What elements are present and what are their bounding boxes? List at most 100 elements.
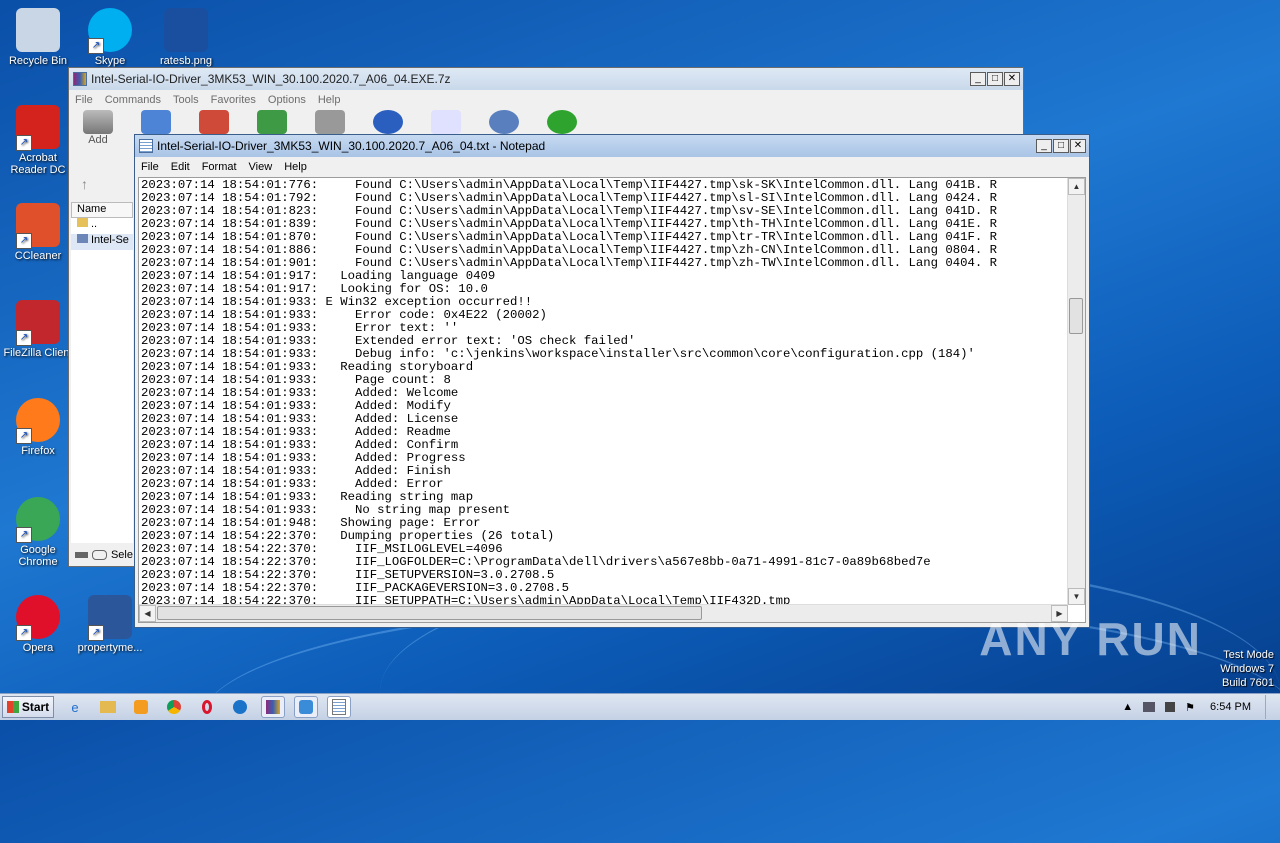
notepad-text-area[interactable]: 2023:07:14 18:54:01:776: Found C:\Users\… [138, 177, 1086, 623]
taskbar-chrome-icon[interactable] [162, 696, 186, 718]
horizontal-scroll-thumb[interactable] [157, 606, 702, 620]
shortcut-arrow-icon: ↗ [16, 625, 32, 641]
desktop-icon-label: Skype [94, 55, 126, 67]
desktop-icon-label: CCleaner [14, 250, 62, 262]
horizontal-scrollbar[interactable]: ◀ ▶ [139, 604, 1068, 622]
minimize-button[interactable]: _ [970, 72, 986, 86]
winrar-menu-commands[interactable]: Commands [99, 94, 167, 106]
wizard-icon [431, 110, 461, 134]
build-text: Build 7601 [1222, 677, 1274, 689]
desktop-icon-label: ratesb.png [160, 55, 212, 67]
winrar-menubar: File Commands Tools Favorites Options Help [69, 90, 1023, 110]
winrar-menu-options[interactable]: Options [262, 94, 312, 106]
opera-icon: ↗ [16, 595, 60, 641]
shortcut-arrow-icon: ↗ [16, 527, 32, 543]
anyrun-watermark: ANY RUN [979, 613, 1202, 665]
shortcut-arrow-icon: ↗ [16, 330, 32, 346]
taskbar-winrar-icon[interactable] [261, 696, 285, 718]
desktop-icon-label: Firefox [21, 445, 55, 457]
firefox-icon: ↗ [16, 398, 60, 444]
vertical-scroll-thumb[interactable] [1069, 298, 1083, 334]
column-header-name[interactable]: Name [71, 202, 133, 218]
desktop-icon-recycle-bin[interactable]: Recycle Bin [0, 8, 76, 67]
clock[interactable]: 6:54 PM [1210, 701, 1251, 713]
archive-add-icon [83, 110, 113, 134]
system-tray: ▲ ⚑ 6:54 PM [1117, 694, 1280, 720]
taskbar-ie-icon[interactable]: e [63, 696, 87, 718]
desktop-icon-label: Google Chrome [18, 544, 58, 568]
winrar-menu-file[interactable]: File [69, 94, 99, 106]
add-button[interactable]: Add [79, 110, 117, 146]
winrar-titlebar[interactable]: Intel-Serial-IO-Driver_3MK53_WIN_30.100.… [69, 68, 1023, 90]
winrar-menu-help[interactable]: Help [312, 94, 347, 106]
recycle-bin-icon [16, 8, 60, 52]
shortcut-arrow-icon: ↗ [16, 428, 32, 444]
taskbar-app-icon[interactable] [294, 696, 318, 718]
file-row-archive[interactable]: Intel-Se [71, 234, 133, 250]
desktop-icon-ccleaner[interactable]: ↗ CCleaner [0, 203, 76, 262]
network-icon[interactable] [1143, 702, 1156, 712]
book-icon [257, 110, 287, 134]
maximize-button[interactable]: □ [987, 72, 1003, 86]
taskbar-explorer-icon[interactable] [96, 696, 120, 718]
show-hidden-icons-icon[interactable]: ▲ [1122, 701, 1133, 713]
winrar-menu-tools[interactable]: Tools [167, 94, 205, 106]
taskbar-notepad-icon[interactable] [327, 696, 351, 718]
desktop-icon-chrome[interactable]: ↗ Google Chrome [0, 497, 76, 568]
windows-logo-icon [6, 701, 19, 713]
notepad-titlebar[interactable]: Intel-Serial-IO-Driver_3MK53_WIN_30.100.… [135, 135, 1089, 157]
close-button[interactable]: ✕ [1004, 72, 1020, 86]
notepad-menu-file[interactable]: File [135, 161, 165, 173]
notepad-menu-edit[interactable]: Edit [165, 161, 196, 173]
winrar-statusbar: Sele [71, 546, 133, 564]
virus-scan-icon [547, 110, 577, 134]
volume-icon[interactable] [1165, 702, 1176, 712]
file-row-parent[interactable]: .. [71, 218, 133, 234]
taskbar-edge-icon[interactable] [228, 696, 252, 718]
flag-icon[interactable]: ⚑ [1185, 701, 1195, 714]
shortcut-arrow-icon: ↗ [88, 38, 104, 54]
desktop-icon-opera[interactable]: ↗ Opera [0, 595, 76, 654]
scroll-down-arrow[interactable]: ▼ [1068, 588, 1085, 605]
up-arrow-icon[interactable]: ↑ [81, 176, 88, 192]
taskbar-media-player-icon[interactable] [129, 696, 153, 718]
show-desktop-button[interactable] [1265, 695, 1280, 719]
notepad-menu-help[interactable]: Help [278, 161, 313, 173]
taskbar-opera-icon[interactable] [195, 696, 219, 718]
notepad-window[interactable]: Intel-Serial-IO-Driver_3MK53_WIN_30.100.… [134, 134, 1090, 628]
ccleaner-icon: ↗ [16, 203, 60, 249]
minimize-button[interactable]: _ [1036, 139, 1052, 153]
log-text[interactable]: 2023:07:14 18:54:01:776: Found C:\Users\… [141, 179, 1065, 608]
desktop-icon-label: Acrobat Reader DC [10, 152, 66, 176]
desktop-icon-filezilla[interactable]: ↗ FileZilla Client [0, 300, 76, 359]
file-list[interactable]: .. Intel-Se [71, 218, 133, 543]
notepad-title: Intel-Serial-IO-Driver_3MK53_WIN_30.100.… [157, 139, 546, 153]
close-button[interactable]: ✕ [1070, 139, 1086, 153]
windows-build-info: Test Mode Windows 7 Build 7601 [1220, 648, 1274, 690]
winrar-title: Intel-Serial-IO-Driver_3MK53_WIN_30.100.… [91, 72, 451, 86]
desktop-icon-label: propertyme... [77, 642, 143, 654]
windows-version-text: Windows 7 [1220, 663, 1274, 675]
skype-icon: ↗ [88, 8, 132, 54]
desktop-icon-label: Opera [22, 642, 54, 654]
filezilla-icon: ↗ [16, 300, 60, 346]
desktop-icon-image-file[interactable]: ratesb.png [148, 8, 224, 67]
winrar-menu-favorites[interactable]: Favorites [205, 94, 262, 106]
word-document-icon: ↗ [88, 595, 132, 641]
drive-icon [75, 552, 88, 558]
shortcut-arrow-icon: ↗ [88, 625, 104, 641]
scroll-up-arrow[interactable]: ▲ [1068, 178, 1085, 195]
notepad-menu-view[interactable]: View [243, 161, 279, 173]
scroll-left-arrow[interactable]: ◀ [139, 605, 156, 622]
desktop-icon-skype[interactable]: ↗ Skype [72, 8, 148, 67]
desktop-icon-acrobat[interactable]: ↗ Acrobat Reader DC [0, 105, 76, 176]
notepad-menu-format[interactable]: Format [196, 161, 243, 173]
start-button[interactable]: Start [2, 696, 54, 718]
file-icon [77, 234, 88, 243]
add-label: Add [88, 134, 108, 146]
notepad-menubar: File Edit Format View Help [135, 157, 1089, 177]
desktop-icon-firefox[interactable]: ↗ Firefox [0, 398, 76, 457]
info-icon [489, 110, 519, 134]
maximize-button[interactable]: □ [1053, 139, 1069, 153]
vertical-scrollbar[interactable]: ▲ ▼ [1067, 178, 1085, 605]
